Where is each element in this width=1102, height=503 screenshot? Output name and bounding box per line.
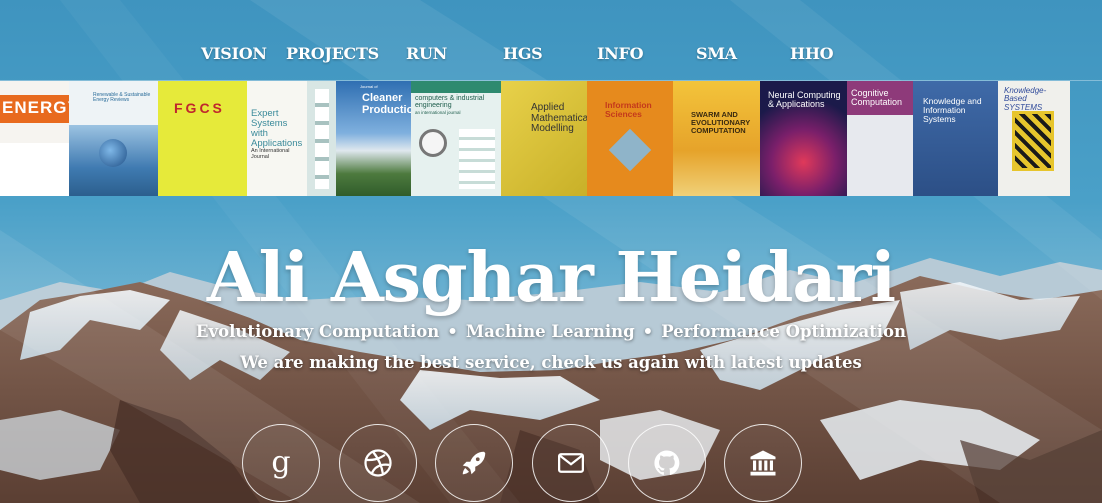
journal-cover-cognitive-computation: Cognitive Computation [847, 81, 913, 196]
hero-title: Ali Asghar Heidari [206, 238, 896, 318]
journal-cover-applied-math-modelling: Applied Mathematical Modelling [501, 81, 587, 196]
journal-cover-cleaner-production: Journal of Cleaner Production [336, 81, 411, 196]
nav-link-vision[interactable]: VISION [201, 44, 267, 63]
journal-cover-swarm-evolutionary: SWARM AND EVOLUTIONARY COMPUTATION [673, 81, 760, 196]
topic-performance-optimization: Performance Optimization [661, 322, 907, 341]
github-icon [654, 450, 680, 475]
journal-cover-knowledge-info-systems: Knowledge and Information Systems [913, 81, 998, 196]
nav-link-hgs[interactable]: HGS [503, 44, 543, 63]
journal-cover-fgcs: FGCS [158, 81, 247, 196]
topic-evolutionary-computation: Evolutionary Computation [195, 322, 440, 341]
journal-cover-figures [307, 81, 336, 196]
journal-cover-renewable: Renewable & Sustainable Energy Reviews [69, 81, 158, 196]
nav-link-run[interactable]: RUN [406, 44, 447, 63]
nav-link-projects[interactable]: PROJECTS [286, 44, 379, 63]
dribbble-icon [364, 449, 392, 477]
nav-link-hho[interactable]: HHO [790, 44, 834, 63]
nav-link-sma[interactable]: SMA [696, 44, 737, 63]
google-scholar-button[interactable]: g [242, 424, 320, 502]
rocket-icon [462, 451, 486, 475]
github-button[interactable] [628, 424, 706, 502]
dribbble-button[interactable] [339, 424, 417, 502]
nav-link-info[interactable]: INFO [597, 44, 644, 63]
institution-icon [750, 450, 776, 476]
email-button[interactable] [532, 424, 610, 502]
journal-cover-computers-industrial-eng: computers & industrial engineering an in… [411, 81, 501, 196]
journal-cover-energy: ENERGY [0, 81, 69, 196]
top-navigation: VISION PROJECTS RUN HGS INFO SMA HHO [0, 44, 1102, 68]
journal-cover-neural-computing: Neural Computing & Applications [760, 81, 847, 196]
journal-cover-expert-systems: Expert Systems with Applications An Inte… [247, 81, 307, 196]
topic-separator: • [447, 322, 458, 341]
tagline: We are making the best service, check us… [240, 353, 862, 372]
institution-button[interactable] [724, 424, 802, 502]
rocket-button[interactable] [435, 424, 513, 502]
google-scholar-icon: g [271, 445, 291, 480]
topic-separator: • [642, 322, 654, 341]
envelope-icon [558, 453, 584, 473]
journal-cover-information-sciences: Information Sciences [587, 81, 673, 196]
journal-cover-knowledge-based-systems: Knowledge-Based SYSTEMS [998, 81, 1070, 196]
topic-machine-learning: Machine Learning [465, 322, 635, 341]
journal-covers-strip: ENERGY Renewable & Sustainable Energy Re… [0, 80, 1102, 196]
research-topics: Evolutionary Computation • Machine Learnin… [0, 322, 1102, 341]
social-links: g [0, 424, 1102, 503]
